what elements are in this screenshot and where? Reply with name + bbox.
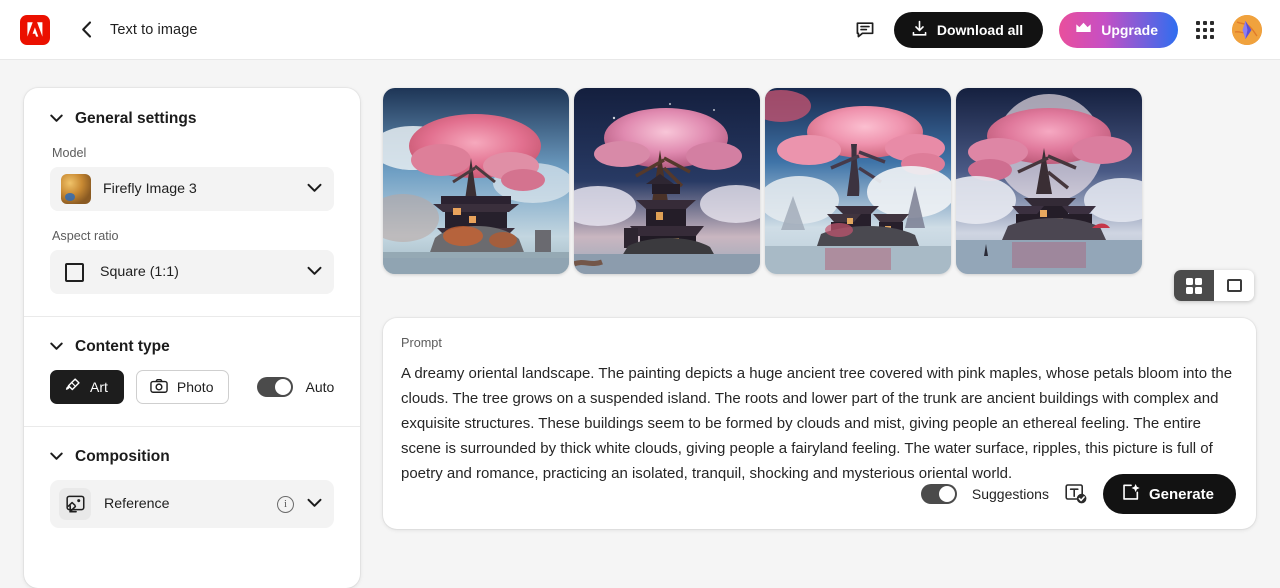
generate-sparkle-icon <box>1121 483 1140 506</box>
suggestions-label: Suggestions <box>971 486 1049 502</box>
prompt-input[interactable]: A dreamy oriental landscape. The paintin… <box>401 361 1241 486</box>
grid-view-icon[interactable] <box>1174 270 1214 301</box>
results-area <box>383 88 1142 274</box>
composition-section: Composition Reference i <box>24 427 360 528</box>
content-type-section: Content type Art Photo Auto <box>24 317 360 426</box>
aspect-ratio-select[interactable]: Square (1:1) <box>50 250 334 294</box>
upgrade-button[interactable]: Upgrade <box>1059 11 1178 48</box>
crown-icon <box>1075 21 1092 38</box>
model-value: Firefly Image 3 <box>103 181 197 197</box>
generated-image-2[interactable] <box>574 88 760 274</box>
download-all-button[interactable]: Download all <box>893 11 1044 48</box>
generated-image-4[interactable] <box>956 88 1142 274</box>
composition-title: Composition <box>75 448 170 465</box>
adobe-logo[interactable] <box>20 14 50 45</box>
prompt-caption: Prompt <box>401 336 442 350</box>
chevron-down-icon <box>50 448 63 466</box>
auto-toggle-knob <box>275 379 292 395</box>
chevron-down-icon <box>307 263 322 281</box>
prompt-panel: Prompt A dreamy oriental landscape. The … <box>383 318 1256 529</box>
generated-image-3[interactable] <box>765 88 951 274</box>
settings-sidebar: General settings Model Firefly Image 3 A… <box>24 88 360 588</box>
header-right-group: Download all Upgrade <box>852 11 1280 48</box>
content-type-title: Content type <box>75 338 170 355</box>
content-type-options: Art Photo Auto <box>50 370 334 404</box>
chevron-down-icon <box>50 338 63 356</box>
single-view-icon[interactable] <box>1214 270 1254 301</box>
model-select[interactable]: Firefly Image 3 <box>50 167 334 211</box>
info-icon[interactable]: i <box>277 495 294 513</box>
suggestions-toggle-knob <box>938 486 955 502</box>
header-left-group: Text to image <box>0 14 198 45</box>
composition-header[interactable]: Composition <box>50 448 334 466</box>
content-type-photo-button[interactable]: Photo <box>135 370 230 404</box>
content-type-header[interactable]: Content type <box>50 338 334 356</box>
image-reference-icon <box>59 488 91 520</box>
chevron-down-icon <box>307 180 322 198</box>
camera-icon <box>150 378 168 397</box>
upgrade-label: Upgrade <box>1101 21 1158 38</box>
aspect-ratio-value: Square (1:1) <box>100 264 179 280</box>
content-type-art-button[interactable]: Art <box>50 370 124 404</box>
paintbrush-icon <box>64 377 81 397</box>
apps-grid-icon[interactable] <box>1194 19 1216 41</box>
view-mode-toggle <box>1174 270 1254 301</box>
prompt-actions: Suggestions Generate <box>920 474 1236 514</box>
generate-label: Generate <box>1148 485 1214 503</box>
app-header: Text to image Download all Upgrade <box>0 0 1280 60</box>
suggestions-toggle[interactable] <box>920 484 957 504</box>
square-icon <box>65 262 84 282</box>
content-type-photo-label: Photo <box>176 379 214 395</box>
chevron-down-icon <box>50 110 63 128</box>
auto-toggle[interactable] <box>257 377 294 397</box>
generate-button[interactable]: Generate <box>1102 474 1236 514</box>
composition-reference-label: Reference <box>104 496 170 512</box>
text-check-icon[interactable] <box>1064 482 1088 506</box>
model-label: Model <box>52 146 87 160</box>
avatar[interactable] <box>1232 14 1262 45</box>
breadcrumb-title: Text to image <box>110 21 198 38</box>
model-thumbnail <box>61 174 91 204</box>
back-button[interactable] <box>76 20 96 40</box>
feedback-icon[interactable] <box>852 17 878 43</box>
composition-reference-row[interactable]: Reference i <box>50 480 334 528</box>
general-settings-title: General settings <box>75 110 197 127</box>
content-type-art-label: Art <box>90 379 108 395</box>
download-icon <box>911 20 928 40</box>
general-settings-header[interactable]: General settings <box>50 110 334 128</box>
general-settings-section: General settings Model Firefly Image 3 A… <box>24 88 360 316</box>
auto-label: Auto <box>305 379 335 395</box>
generated-images-row <box>383 88 1142 274</box>
chevron-down-icon[interactable] <box>307 495 322 513</box>
aspect-ratio-label: Aspect ratio <box>52 229 119 243</box>
download-all-label: Download all <box>936 21 1024 38</box>
generated-image-1[interactable] <box>383 88 569 274</box>
